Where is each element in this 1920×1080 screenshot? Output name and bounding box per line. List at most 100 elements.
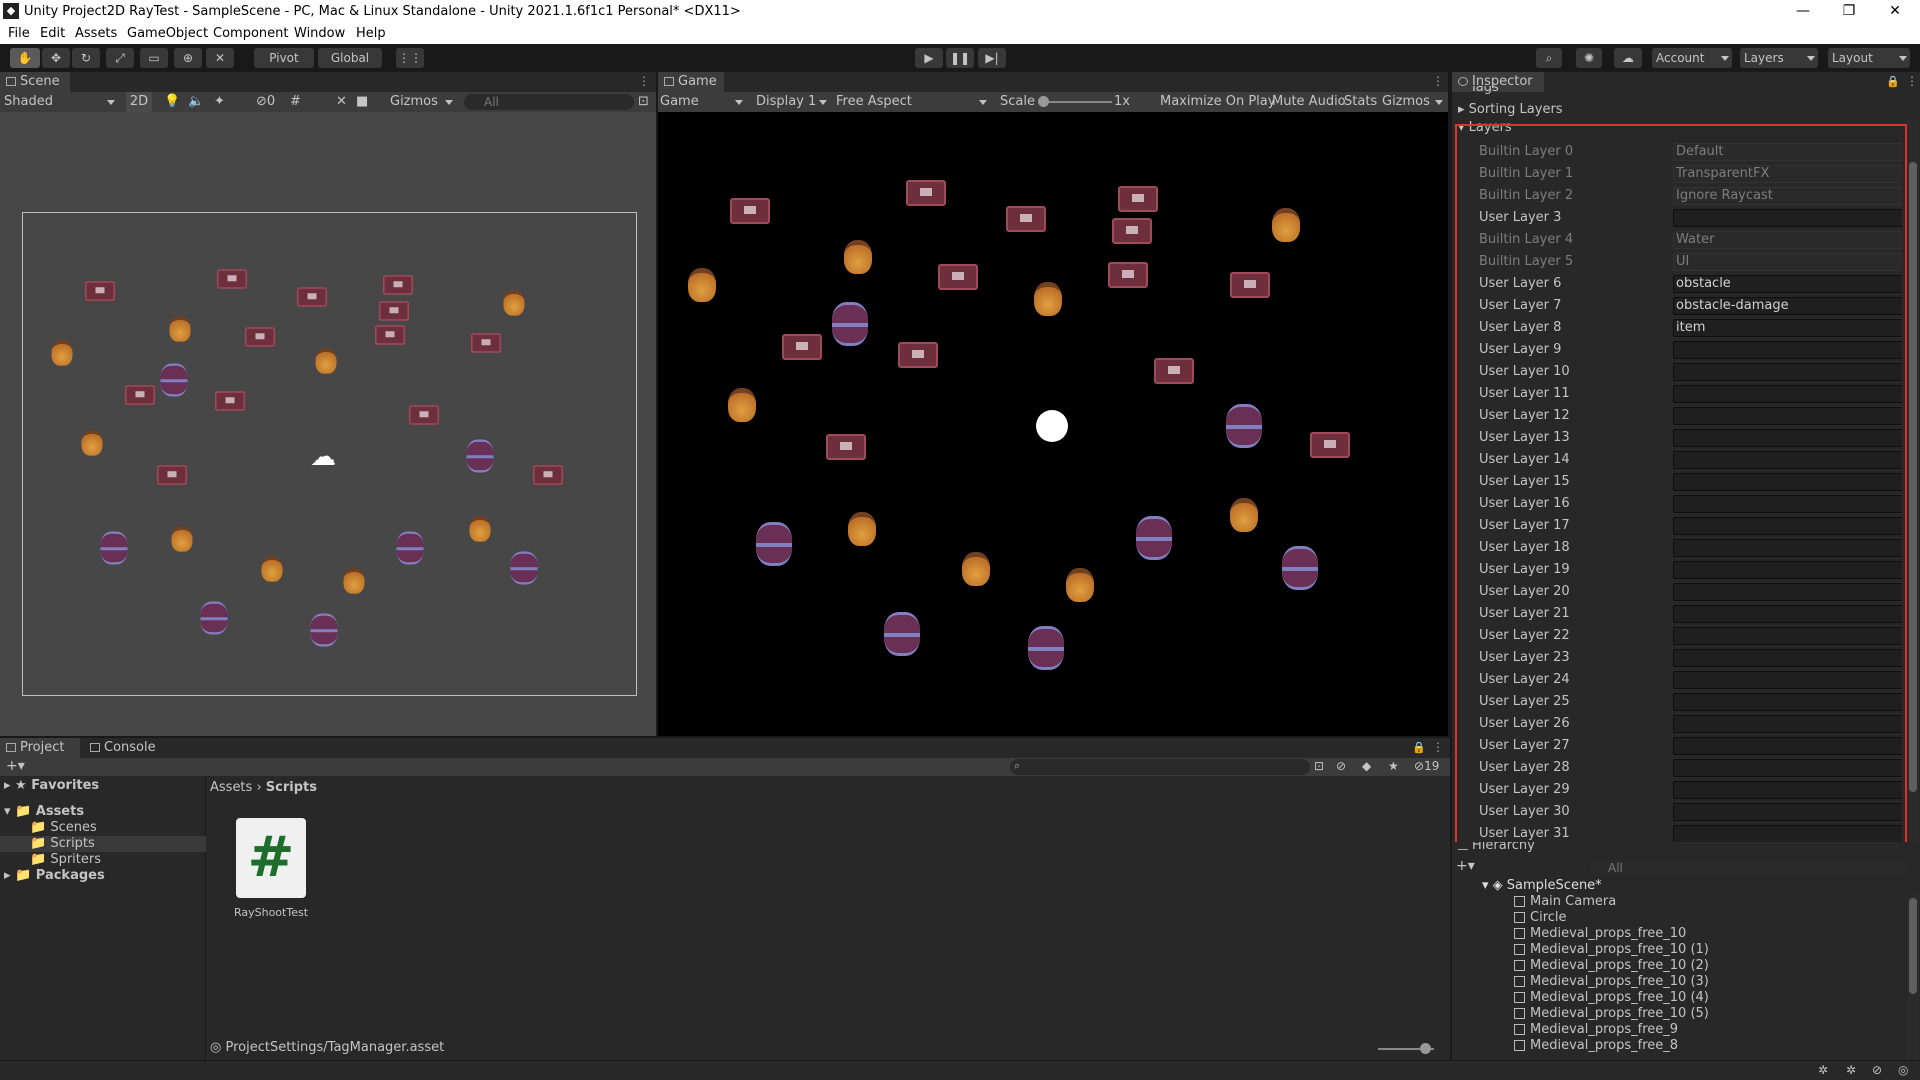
breadcrumb-assets[interactable]: Assets [210,780,252,795]
vase-sprite[interactable] [261,556,283,582]
barrel-sprite[interactable] [100,531,128,565]
project-search-input[interactable] [1010,759,1310,775]
mute-audio-toggle[interactable]: Mute Audio [1272,92,1346,112]
breadcrumb-scripts[interactable]: Scripts [266,780,317,795]
custom-tool-icon[interactable]: ✕ [206,48,234,68]
folder-spriters[interactable]: 📁 Spriters [30,852,101,867]
aspect-dropdown[interactable]: Free Aspect [836,92,990,112]
scene-search-options-icon[interactable]: ⊡ [638,92,649,112]
menu-file[interactable]: File [8,26,30,41]
grid-visibility-icon[interactable]: # [290,92,301,112]
vase-sprite[interactable] [962,552,990,586]
move-tool-icon[interactable]: ✥ [42,48,70,68]
account-dropdown[interactable]: Account [1652,48,1732,68]
effects-icon[interactable]: ✦ [214,92,225,112]
layout-dropdown[interactable]: Layout [1828,48,1910,68]
folder-scenes[interactable]: 📁 Scenes [30,820,97,835]
lock-icon[interactable]: 🔒 [1886,75,1900,88]
layers-dropdown[interactable]: Layers [1740,48,1818,68]
packages-folder[interactable]: ▸ 📁 Packages [4,868,105,883]
auto-generate-icon[interactable]: ⊘ [1872,1063,1882,1077]
tab-game[interactable]: Game [658,72,724,92]
more-options-icon[interactable]: ⋮ [1432,74,1444,88]
scene-root[interactable]: ▾ ◈ SampleScene* [1482,878,1602,893]
close-icon[interactable]: ✕ [1872,0,1918,24]
rect-tool-icon[interactable]: ▭ [140,48,168,68]
chest-sprite[interactable] [938,264,978,290]
scale-slider[interactable] [1040,101,1112,103]
display-mode-dropdown[interactable]: Game [660,92,746,112]
favorite-star-icon[interactable]: ★ [1388,759,1399,773]
menu-window[interactable]: Window [294,26,345,41]
barrel-sprite[interactable] [510,551,538,585]
assets-folder[interactable]: ▾ 📁 Assets [4,804,84,819]
chest-sprite[interactable] [1118,186,1158,212]
hierarchy-item[interactable]: Medieval_props_free_10 (3) [1514,974,1709,990]
tags-foldout[interactable]: Tags [1470,86,1499,96]
cloud-icon[interactable]: ☁ [1614,48,1642,68]
vase-sprite[interactable] [728,388,756,422]
chest-sprite[interactable] [1108,262,1148,288]
global-toggle[interactable]: Global [318,48,382,68]
barrel-sprite[interactable] [396,531,424,565]
vase-sprite[interactable] [51,340,73,366]
icon-size-slider-handle[interactable] [1420,1043,1431,1054]
barrel-sprite[interactable] [1226,404,1262,448]
lock-icon[interactable]: 🔒 [1412,741,1426,754]
chest-sprite[interactable] [157,465,187,485]
search-by-type-icon[interactable]: ⊡ [1314,759,1324,773]
folder-scripts[interactable]: 📁 Scripts [30,836,95,851]
scene-viewport[interactable]: ☁ [0,112,656,736]
vase-sprite[interactable] [315,348,337,374]
chest-sprite[interactable] [471,333,501,353]
hierarchy-item[interactable]: Medieval_props_free_10 (5) [1514,1006,1709,1022]
add-object-button[interactable]: +▾ [1456,858,1475,874]
hierarchy-item[interactable]: Medieval_props_free_10 (1) [1514,942,1709,958]
hierarchy-item[interactable]: Medieval_props_free_9 [1514,1022,1678,1038]
vase-sprite[interactable] [844,240,872,274]
chest-sprite[interactable] [1154,358,1194,384]
csharp-script-icon[interactable]: # [236,818,306,898]
progress-icon[interactable]: ✲ [1846,1063,1856,1077]
more-options-icon[interactable]: ⋮ [638,74,650,88]
pause-icon[interactable]: ❚❚ [946,48,974,68]
hierarchy-item[interactable]: Medieval_props_free_10 (2) [1514,958,1709,974]
chest-sprite[interactable] [409,405,439,425]
vase-sprite[interactable] [169,316,191,342]
menu-assets[interactable]: Assets [75,26,117,41]
barrel-sprite[interactable] [756,522,792,566]
chest-sprite[interactable] [533,465,563,485]
search-by-label-icon[interactable]: ⊘ [1336,759,1346,773]
chest-sprite[interactable] [125,385,155,405]
chest-sprite[interactable] [215,391,245,411]
chest-sprite[interactable] [1112,218,1152,244]
play-icon[interactable]: ▶ [915,48,943,68]
sorting-layers-foldout[interactable]: ▸ Sorting Layers [1458,102,1563,117]
hierarchy-item[interactable]: Main Camera [1514,894,1616,910]
chest-sprite[interactable] [898,342,938,368]
hierarchy-item[interactable]: Circle [1514,910,1567,926]
inspector-scrollbar-thumb[interactable] [1909,162,1917,792]
step-icon[interactable]: ▶| [978,48,1006,68]
circle-sprite[interactable] [1036,410,1068,442]
search-icon[interactable]: ⌕ [1536,48,1562,68]
barrel-sprite[interactable] [200,601,228,635]
tools-icon[interactable]: ✕ [336,92,347,112]
transform-tool-icon[interactable]: ⊕ [174,48,202,68]
tab-scene[interactable]: Scene [0,72,70,92]
chest-sprite[interactable] [297,287,327,307]
chest-sprite[interactable] [1006,206,1046,232]
hidden-packages-icon[interactable]: ⊘19 [1414,759,1439,773]
hand-tool-icon[interactable]: ✋ [10,48,40,68]
barrel-sprite[interactable] [1136,516,1172,560]
vase-sprite[interactable] [688,268,716,302]
cache-server-icon[interactable]: ◎ [1898,1063,1908,1077]
vase-sprite[interactable] [1034,282,1062,316]
scene-search-input[interactable]: All [464,94,634,110]
menu-help[interactable]: Help [356,26,386,41]
tab-hierarchy[interactable]: Hierarchy [1452,842,1552,856]
script-file-name[interactable]: RayShootTest [226,906,316,919]
hierarchy-item[interactable]: Medieval_props_free_8 [1514,1038,1678,1054]
vase-sprite[interactable] [1066,568,1094,602]
chest-sprite[interactable] [1310,432,1350,458]
